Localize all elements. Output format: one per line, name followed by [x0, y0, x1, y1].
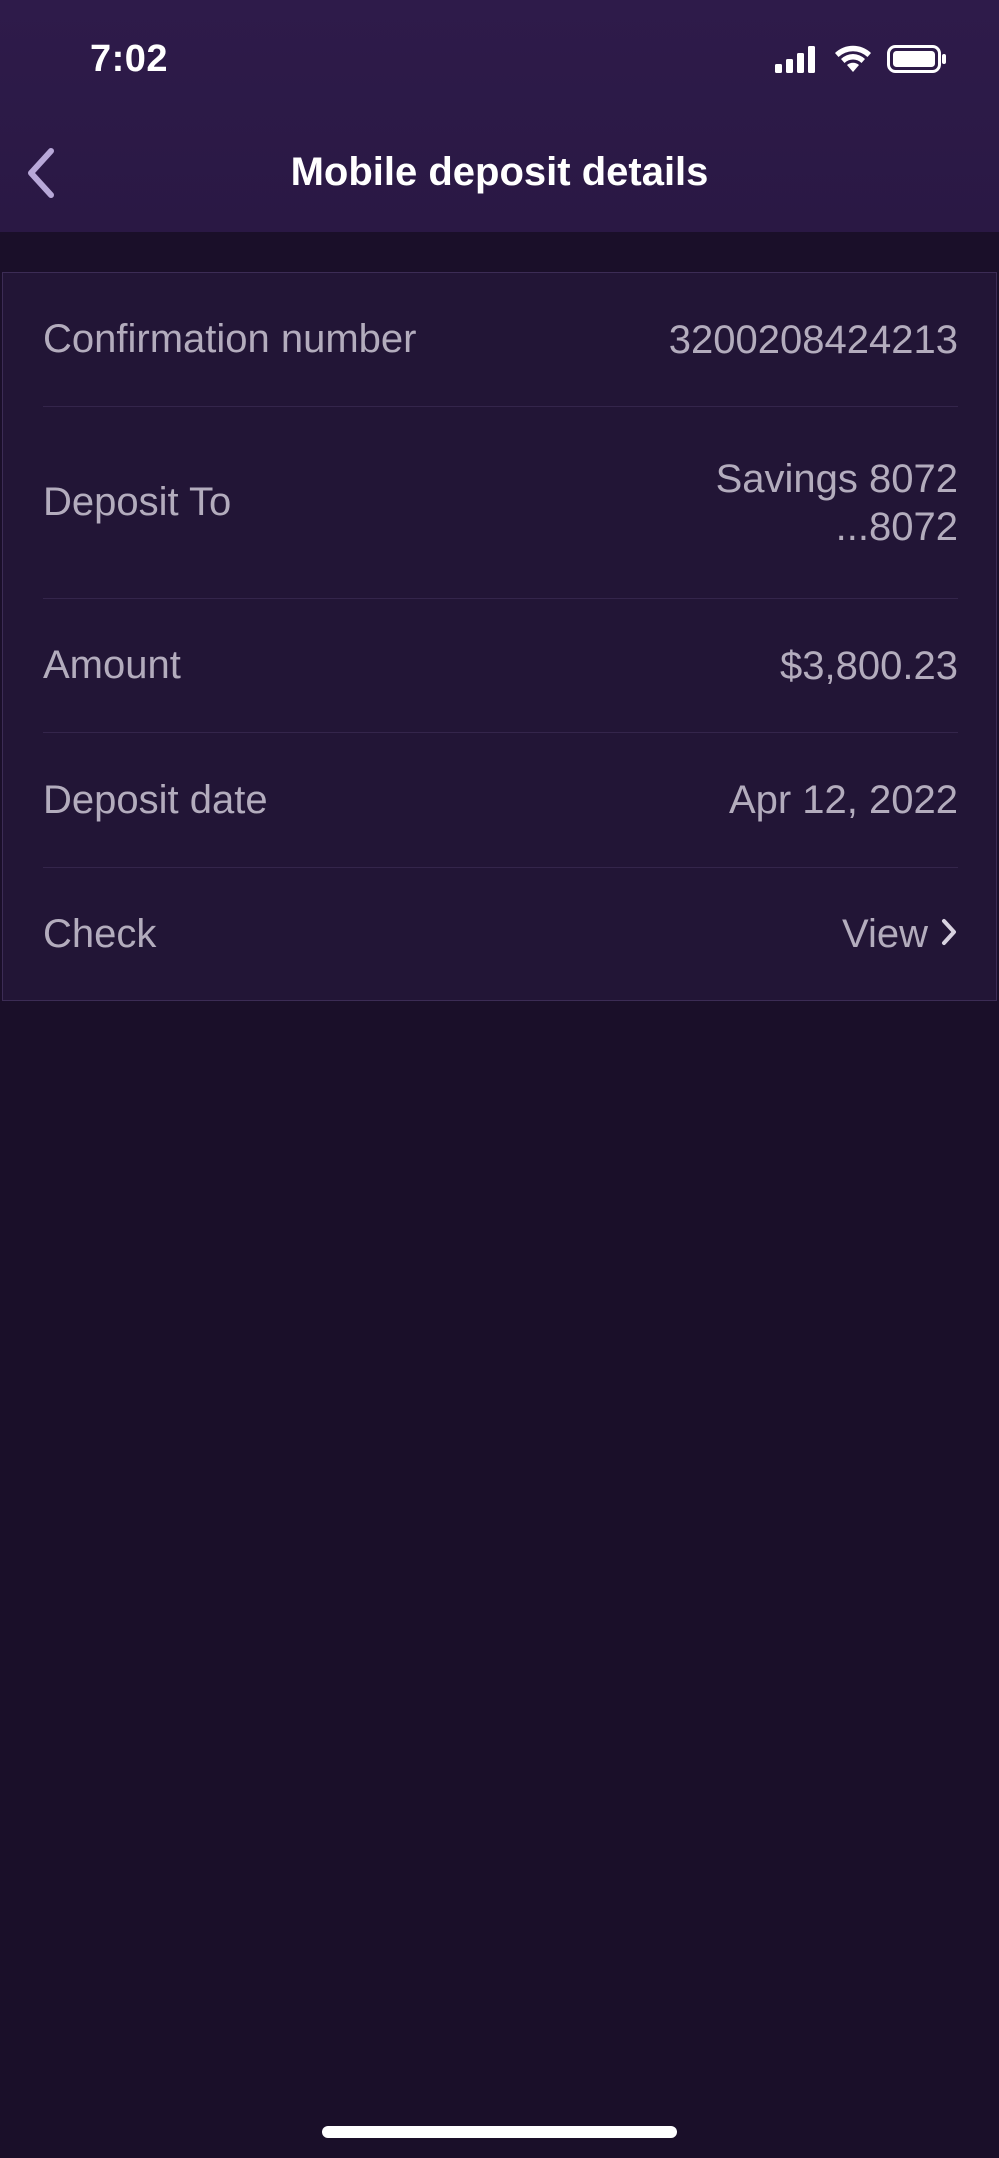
confirmation-number-row: Confirmation number 3200208424213: [43, 273, 958, 407]
deposit-date-label: Deposit date: [43, 777, 268, 822]
page-title: Mobile deposit details: [290, 150, 709, 194]
deposit-date-value: Apr 12, 2022: [728, 778, 958, 822]
status-icons: [775, 44, 947, 74]
status-time: 7:02: [90, 38, 169, 80]
header-bar: 7:02 Mobile deposit details: [0, 0, 999, 232]
deposit-to-row: Deposit To Savings 8072 ...8072: [43, 407, 958, 599]
mobile-deposit-details-screen: 7:02 Mobile deposit details Confirmation…: [0, 0, 999, 2158]
check-label: Check: [43, 911, 157, 956]
account-name: Savings 8072: [715, 456, 958, 501]
amount-row: Amount $3,800.23: [43, 599, 958, 733]
view-check-link[interactable]: View: [842, 910, 958, 958]
cellular-signal-icon: [775, 45, 819, 73]
chevron-right-icon: [940, 917, 958, 952]
amount-label: Amount: [43, 643, 181, 687]
confirmation-number-label: Confirmation number: [43, 317, 417, 361]
confirmation-number-value: 3200208424213: [668, 317, 958, 362]
deposit-to-value: Savings 8072 ...8072: [716, 455, 958, 551]
home-indicator[interactable]: [322, 2126, 677, 2138]
check-row[interactable]: Check View: [43, 868, 958, 1000]
amount-value: $3,800.23: [780, 643, 958, 688]
battery-icon: [887, 44, 947, 74]
deposit-date-row: Deposit date Apr 12, 2022: [43, 733, 958, 868]
deposit-to-label: Deposit To: [43, 480, 232, 524]
wifi-icon: [833, 44, 873, 74]
deposit-details-card: Confirmation number 3200208424213 Deposi…: [2, 272, 997, 1001]
account-mask: ...8072: [835, 504, 958, 549]
view-check-label: View: [842, 912, 928, 956]
